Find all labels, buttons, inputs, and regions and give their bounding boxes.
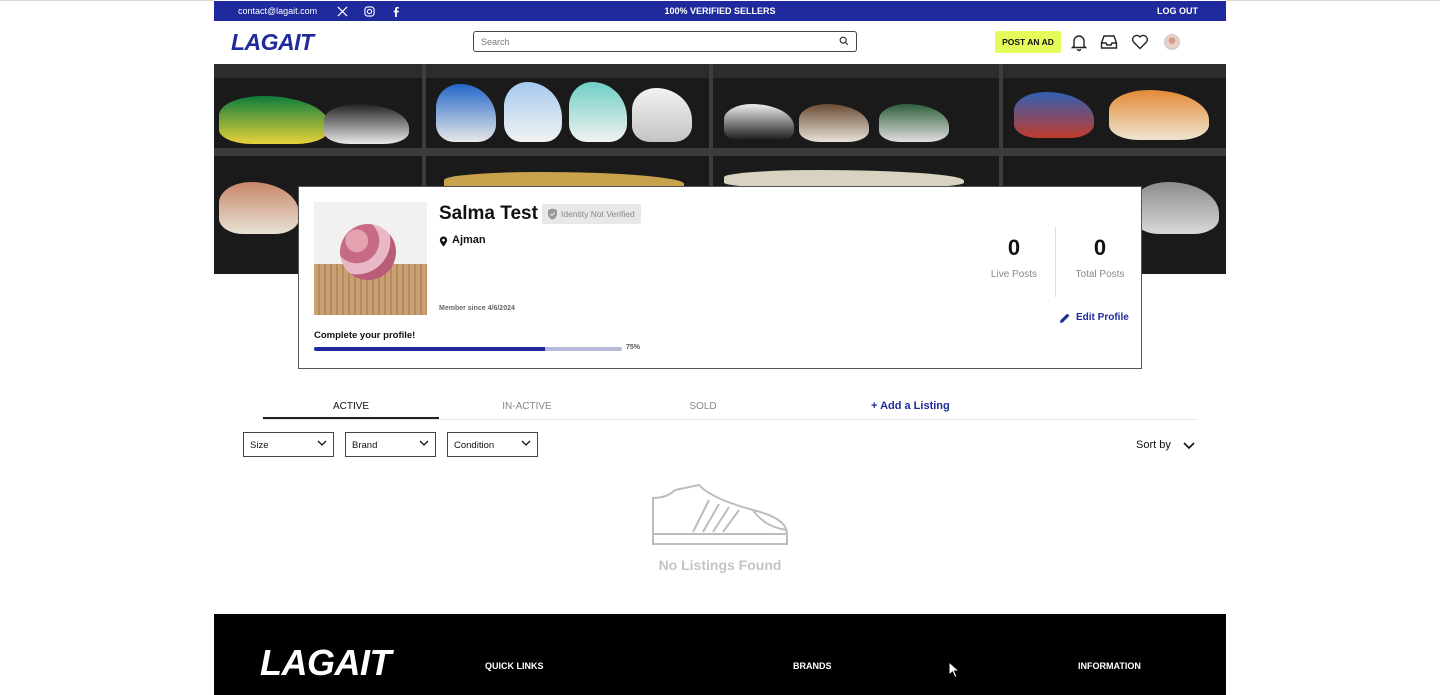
heart-icon[interactable] [1130,32,1150,52]
identity-status-text: Identity Not Verified [561,209,635,219]
footer: LAGAIT QUICK LINKS BRANDS INFORMATION [214,614,1226,695]
no-listings-message: No Listings Found [658,557,782,573]
bell-icon[interactable] [1069,32,1089,52]
sort-by-dropdown[interactable]: Sort by [1136,439,1195,451]
logout-link[interactable]: LOG OUT [1157,6,1198,16]
tabs-divider [263,419,1197,420]
chevron-down-icon [1183,442,1195,450]
profile-progress-percent: 75% [626,344,641,351]
search-icon[interactable] [839,36,849,46]
inbox-icon[interactable] [1099,32,1119,52]
header: LAGAIT Search POST AN AD [214,21,1226,64]
size-filter-label: Size [250,440,269,451]
size-filter-select[interactable]: Size [243,432,334,457]
user-avatar[interactable] [1164,34,1180,50]
tab-active[interactable]: ACTIVE [263,401,439,412]
profile-progress-fill [314,347,545,351]
complete-profile-label: Complete your profile! [314,330,416,341]
active-tab-indicator [263,417,439,419]
page: contact@lagait.com 100% VERIFIED SELLERS… [214,0,1226,695]
mouse-cursor-icon [948,661,960,679]
profile-card: Salma Test Identity Not Verified Ajman M… [298,186,1142,369]
chevron-down-icon [419,440,429,446]
live-posts-label: Live Posts [990,269,1038,280]
member-since: Member since 4/6/2024 [439,305,515,312]
identity-status-badge: Identity Not Verified [542,204,641,224]
empty-sneaker-icon [652,483,788,545]
verified-sellers-banner: 100% VERIFIED SELLERS [664,6,776,16]
live-posts-count: 0 [1007,235,1021,260]
chevron-down-icon [317,440,327,446]
footer-logo[interactable]: LAGAIT [260,642,391,684]
brand-filter-label: Brand [352,440,378,451]
shield-icon [548,208,557,220]
site-logo[interactable]: LAGAIT [231,29,314,56]
top-bar: contact@lagait.com 100% VERIFIED SELLERS… [214,1,1226,21]
information-heading: INFORMATION [1078,661,1141,671]
chevron-down-icon [521,440,531,446]
edit-profile-label: Edit Profile [1076,312,1129,323]
search-input[interactable]: Search [473,31,857,52]
brand-filter-select[interactable]: Brand [345,432,436,457]
post-an-ad-button[interactable]: POST AN AD [995,31,1061,53]
total-posts-stat: 0 Total Posts [1055,235,1145,280]
sort-by-label: Sort by [1136,439,1171,451]
brands-heading: BRANDS [793,661,832,671]
quick-links-heading: QUICK LINKS [485,661,544,671]
tab-in-active[interactable]: IN-ACTIVE [439,401,615,412]
search-placeholder: Search [481,37,510,47]
pencil-icon [1060,313,1070,323]
location-text: Ajman [452,234,486,246]
edit-profile-button[interactable]: Edit Profile [1059,312,1129,323]
live-posts-stat: 0 Live Posts [969,235,1059,280]
profile-progress-bar [314,347,622,351]
location-pin-icon [439,236,448,247]
condition-filter-label: Condition [454,440,495,451]
profile-location: Ajman [439,234,486,247]
total-posts-count: 0 [1093,235,1107,260]
add-listing-button[interactable]: + Add a Listing [871,400,950,412]
profile-name: Salma Test [439,203,538,224]
tab-sold[interactable]: SOLD [615,401,791,412]
total-posts-label: Total Posts [1075,269,1125,280]
condition-filter-select[interactable]: Condition [447,432,538,457]
profile-photo[interactable] [314,202,427,315]
